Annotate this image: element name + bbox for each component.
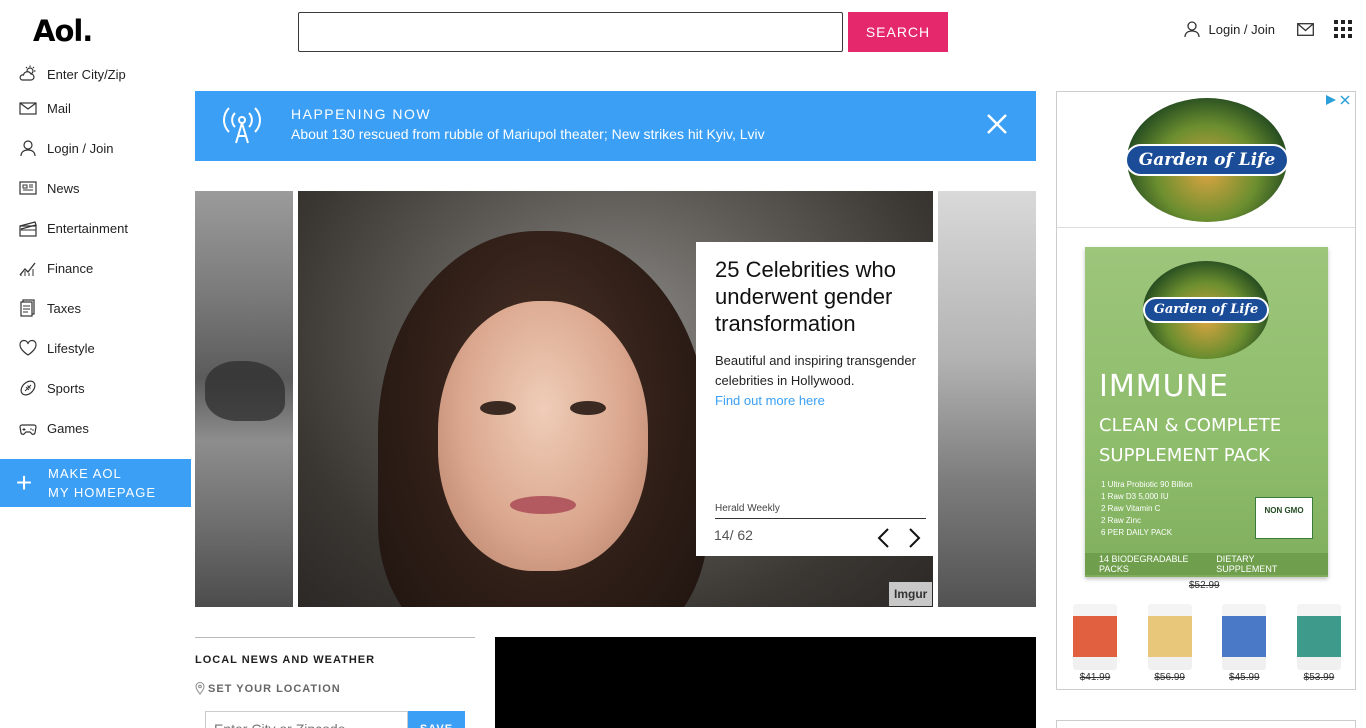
search-input[interactable]	[298, 12, 843, 52]
broadcast-icon	[223, 107, 261, 144]
product-row: $41.99 $56.99 $45.99 $53.99	[1071, 604, 1343, 686]
mail-icon[interactable]	[1297, 22, 1314, 36]
pack-title: IMMUNE	[1099, 369, 1229, 404]
product-price: $53.99	[1303, 672, 1335, 683]
product-bottle-image	[1073, 604, 1117, 670]
sports-icon	[20, 380, 36, 396]
entertainment-icon	[19, 221, 37, 237]
mail-icon	[19, 102, 37, 115]
weather-icon	[19, 65, 36, 81]
sidebar-item-city-zip[interactable]: Enter City/Zip	[0, 60, 191, 88]
make-aol-homepage-button[interactable]: + MAKE AOL MY HOMEPAGE	[0, 459, 191, 507]
set-location-label: SET YOUR LOCATION	[195, 682, 475, 695]
chevron-right-icon[interactable]	[908, 527, 922, 549]
sidebar-item-sports[interactable]: Sports	[0, 368, 191, 408]
pack-footer: 14 BIODEGRADABLE PACKS DIETARY SUPPLEMEN…	[1085, 553, 1328, 575]
product-price: $52.99	[1189, 580, 1220, 591]
sidebar-item-games[interactable]: Games	[0, 408, 191, 448]
divider	[715, 518, 926, 519]
product-item[interactable]: $53.99	[1295, 604, 1343, 686]
product-bottle-image	[1222, 604, 1267, 670]
sidebar-item-news[interactable]: News	[0, 168, 191, 208]
sidebar-item-login[interactable]: Login / Join	[0, 128, 191, 168]
sidebar-item-label: Finance	[47, 260, 94, 276]
happening-headline[interactable]: About 130 rescued from rubble of Mariupo…	[291, 126, 765, 142]
chevron-left-icon[interactable]	[876, 527, 890, 549]
sidebar-item-finance[interactable]: Finance	[0, 248, 191, 288]
video-player[interactable]	[495, 637, 1036, 728]
make-home-label: MAKE AOL MY HOMEPAGE	[48, 466, 157, 500]
adchoices-icon[interactable]	[1325, 94, 1351, 106]
taxes-icon	[20, 299, 35, 317]
previous-slide-image[interactable]	[195, 191, 293, 607]
slideshow-description: Beautiful and inspiring transgender cele…	[715, 353, 916, 388]
product-price: $56.99	[1154, 672, 1185, 683]
location-pin-icon	[195, 682, 205, 695]
aol-logo[interactable]: Aol.	[33, 14, 93, 48]
non-gmo-badge: NON GMO	[1255, 497, 1313, 539]
save-location-button[interactable]: SAVE	[408, 711, 465, 728]
sidebar-item-label: News	[47, 180, 80, 196]
sidebar-item-mail[interactable]: Mail	[0, 88, 191, 128]
product-pack-image[interactable]: Garden of Life IMMUNE CLEAN & COMPLETE S…	[1085, 247, 1328, 577]
product-price: $45.99	[1229, 672, 1260, 683]
happening-title: HAPPENING NOW	[291, 106, 432, 122]
happening-now-banner[interactable]: HAPPENING NOW About 130 rescued from rub…	[195, 91, 1036, 161]
location-form: SAVE	[205, 711, 465, 728]
sidebar-item-label: Games	[47, 420, 89, 436]
sidebar-item-label: Enter City/Zip	[47, 66, 126, 82]
search-button[interactable]: SEARCH	[848, 12, 948, 52]
sidebar-item-label: Taxes	[47, 300, 81, 316]
advertisement-secondary[interactable]	[1056, 720, 1356, 728]
games-icon	[19, 424, 37, 435]
city-zip-input[interactable]	[205, 711, 408, 728]
user-icon	[20, 140, 36, 157]
product-price: $41.99	[1079, 672, 1111, 683]
pack-brand-logo: Garden of Life	[1143, 261, 1269, 359]
apps-grid-icon[interactable]	[1334, 20, 1352, 38]
divider	[1057, 227, 1355, 228]
product-bottle-image	[1147, 604, 1192, 670]
product-item[interactable]: $41.99	[1071, 604, 1119, 686]
heart-icon	[19, 339, 37, 356]
sidebar-item-taxes[interactable]: Taxes	[0, 288, 191, 328]
sidebar-item-lifestyle[interactable]: Lifestyle	[0, 328, 191, 368]
slide-counter: 14/ 62	[714, 527, 753, 543]
next-slide-image[interactable]	[938, 191, 1036, 607]
product-item[interactable]: $56.99	[1146, 604, 1194, 686]
sidebar-item-label: Sports	[47, 380, 85, 396]
sidebar-item-label: Mail	[47, 100, 71, 116]
sidebar-nav: Enter City/Zip Mail Login / Join News En…	[0, 60, 191, 448]
top-login-label: Login / Join	[1208, 21, 1276, 37]
sidebar-item-entertainment[interactable]: Entertainment	[0, 208, 191, 248]
slideshow-card: 25 Celebrities who underwent gender tran…	[696, 242, 936, 556]
advertisement[interactable]: Garden of Life Garden of Life IMMUNE CLE…	[1056, 91, 1356, 690]
find-out-more-link[interactable]: Find out more here	[715, 391, 917, 411]
sidebar-item-label: Entertainment	[47, 220, 128, 236]
slideshow-source: Herald Weekly	[715, 503, 780, 514]
finance-icon	[19, 262, 36, 276]
image-credit: Imgur	[889, 582, 933, 606]
close-icon[interactable]	[986, 113, 1008, 135]
sidebar-item-label: Lifestyle	[47, 340, 95, 356]
pack-contents: 1 Ultra Probiotic 90 Billion 1 Raw D3 5,…	[1101, 480, 1193, 537]
top-login-link[interactable]: Login / Join	[1183, 20, 1276, 38]
header-actions: Login / Join	[1183, 18, 1352, 40]
brand-logo: Garden of Life	[1125, 98, 1289, 222]
local-news-widget: LOCAL NEWS AND WEATHER SET YOUR LOCATION…	[195, 637, 475, 728]
pack-subtitle: CLEAN & COMPLETE SUPPLEMENT PACK	[1099, 415, 1282, 466]
plus-icon: +	[15, 467, 33, 498]
local-news-title: LOCAL NEWS AND WEATHER	[195, 654, 376, 666]
product-item[interactable]: $45.99	[1220, 604, 1268, 686]
product-bottle-image	[1296, 604, 1341, 670]
slideshow-headline[interactable]: 25 Celebrities who underwent gender tran…	[715, 256, 917, 337]
user-icon	[1183, 21, 1200, 38]
sidebar-item-label: Login / Join	[47, 140, 114, 156]
news-icon	[19, 181, 37, 195]
